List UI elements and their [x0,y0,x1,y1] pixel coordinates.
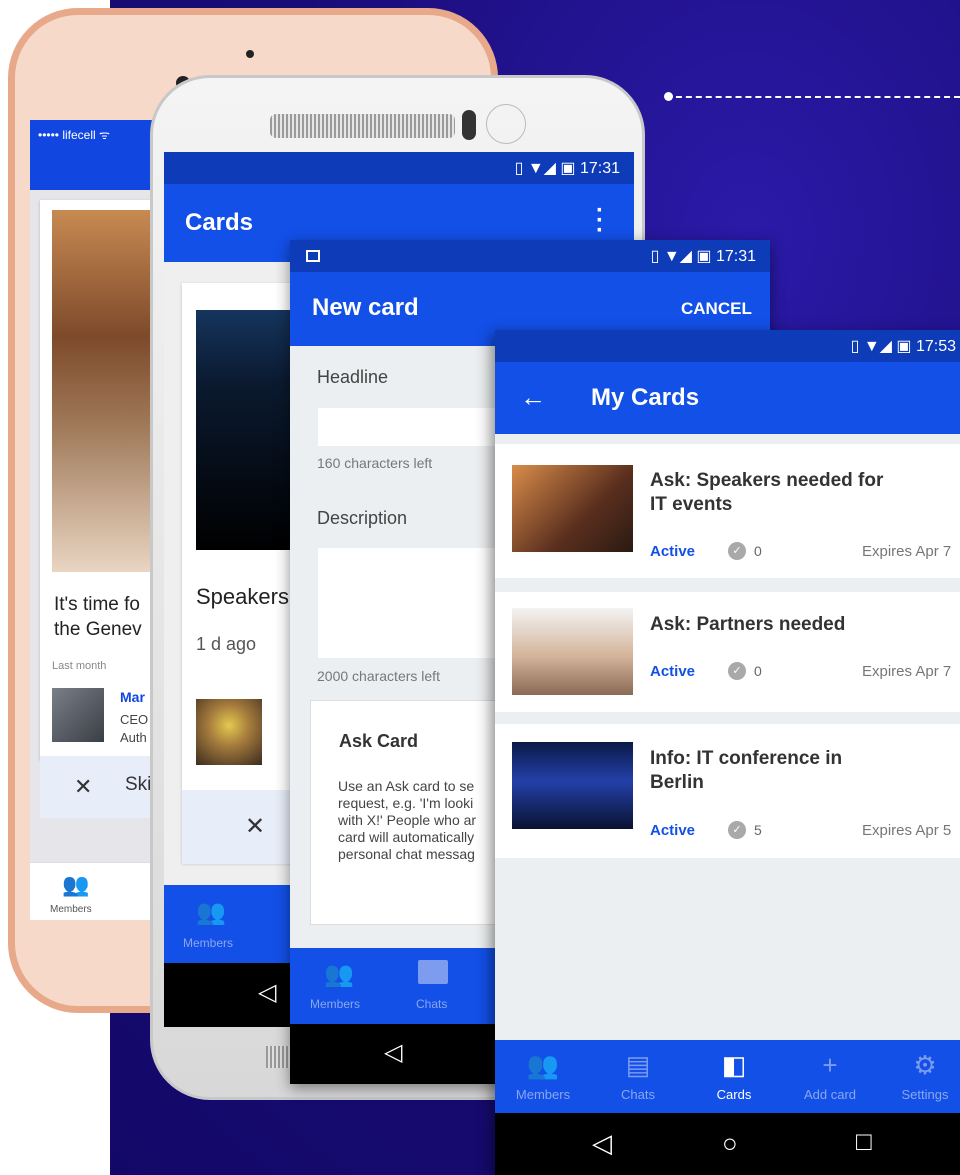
nav-chats-label[interactable]: Chats [598,1087,678,1102]
carrier-text: ••••• lifecell ᯤ [38,128,110,142]
members-icon[interactable]: 👥 [324,960,354,989]
back-icon[interactable]: ◁ [258,978,276,1007]
card-title-line: Info: IT conference in [650,748,843,769]
arrow-back-icon[interactable]: ← [520,382,546,413]
nav-members-label[interactable]: Members [183,936,233,950]
description-label: Description [317,508,408,528]
close-icon[interactable]: ✕ [74,774,92,800]
iphone-speaker [246,50,254,58]
status-badge: Active [650,663,696,680]
skip-button[interactable]: Ski [125,774,151,796]
headline-input[interactable] [318,408,518,446]
nav-settings-label[interactable]: Settings [885,1087,960,1102]
card-title-line: Ask: Speakers needed for [650,470,884,491]
headline-label: Headline [317,367,389,387]
expiry-date: Expires Apr 7 [862,663,952,680]
check-icon: ✓ [728,662,746,680]
sensor-icon [486,104,526,144]
add-icon[interactable]: + [800,1050,860,1081]
chats-icon[interactable] [418,960,448,984]
ask-body-line: request, e.g. 'I'm looki [338,795,474,811]
htc-status-bar: ▯ ▼◢ ▣ 17:31 [164,152,634,184]
card-title-line: IT events [650,494,733,515]
description-counter: 2000 characters left [317,668,440,684]
close-icon[interactable]: ✕ [245,812,265,841]
mc-app-bar [495,362,960,434]
avatar[interactable] [196,699,262,765]
page-title: New card [312,294,419,321]
chats-icon[interactable]: ▤ [608,1050,668,1081]
check-icon: ✓ [728,821,746,839]
htc-card-title: Speakers [196,584,289,609]
conference-thumbnail [512,742,633,829]
status-badge: Active [650,822,696,839]
image-icon [306,250,320,262]
card-title: Ask: Partners needed [650,613,950,637]
speaker-thumbnail [512,465,633,552]
author-role: CEO [120,712,149,727]
more-vert-icon[interactable]: · · · [596,199,604,243]
card-title-line: Berlin [650,772,704,793]
cards-icon[interactable]: ◧ [704,1050,764,1081]
card-title: Info: IT conference in Berlin [650,747,950,795]
card-title: Ask: Speakers needed for IT events [650,469,950,517]
nav-cards-label[interactable]: Cards [694,1087,774,1102]
expiry-date: Expires Apr 5 [862,822,952,839]
ask-body-line: Use an Ask card to se [338,778,475,794]
conference-hall-image [52,210,162,572]
back-icon[interactable]: ◁ [384,1038,402,1067]
htc-card-time: 1 d ago [196,634,257,654]
description-input[interactable] [318,548,518,658]
page-title: Cards [185,209,254,236]
author-role-2: Auth [120,730,147,745]
card-title-line: Ask: Partners needed [650,614,846,635]
gear-icon[interactable]: ⚙ [895,1050,955,1081]
card-date: Last month [52,660,107,672]
members-icon[interactable]: 👥 [62,872,89,898]
camera-icon [462,110,476,140]
mc-status-bar: ▯ ▼◢ ▣ 17:53 [495,330,960,362]
nav-members-label[interactable]: Members [310,997,360,1011]
handshake-thumbnail [512,608,633,695]
nav-members-label[interactable]: Members [50,904,92,915]
dashed-line-dot [664,92,673,101]
ask-body-line: with X!' People who ar [338,812,477,828]
nc-status-bar: ▯ ▼◢ ▣ 17:31 [290,240,770,272]
home-icon[interactable]: ○ [722,1128,738,1159]
dashed-line [666,96,960,98]
response-count: 0 [754,543,762,559]
ask-body-line: personal chat messag [338,846,475,862]
nav-add-card-label[interactable]: Add card [790,1087,870,1102]
avatar[interactable] [52,688,104,742]
page-title: My Cards [591,384,700,411]
headline-counter: 160 characters left [317,455,433,471]
members-icon[interactable]: 👥 [196,898,226,927]
expiry-date: Expires Apr 7 [862,543,952,560]
card-title-line-1: It's time fo [54,594,140,615]
card-title-line-2: the Genev [54,619,142,640]
check-icon: ✓ [728,542,746,560]
iphone-card-title: It's time fo the Genev [54,592,164,642]
nav-members-label[interactable]: Members [503,1087,583,1102]
back-icon[interactable]: ◁ [592,1128,612,1159]
nav-chats-label[interactable]: Chats [416,997,447,1011]
ask-card-title: Ask Card [339,731,419,751]
author-name[interactable]: Mar [120,689,145,705]
recents-icon[interactable]: □ [856,1126,872,1157]
response-count: 5 [754,822,762,838]
members-icon[interactable]: 👥 [513,1050,573,1081]
status-badge: Active [650,543,696,560]
cancel-button[interactable]: CANCEL [681,299,752,319]
ask-body-line: card will automatically [338,829,475,845]
ask-card-body: Use an Ask card to se request, e.g. 'I'm… [338,778,498,863]
speaker-grill [270,114,455,138]
response-count: 0 [754,663,762,679]
